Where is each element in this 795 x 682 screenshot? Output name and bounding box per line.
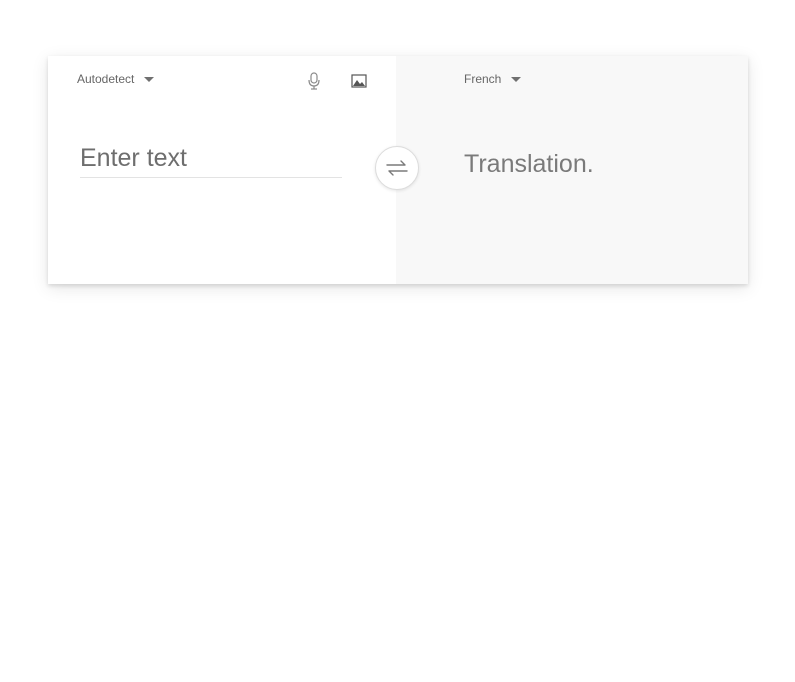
chevron-down-icon	[511, 77, 522, 82]
source-language-label: Autodetect	[77, 72, 135, 86]
target-language-dropdown[interactable]: French	[464, 72, 522, 86]
image-icon	[351, 74, 367, 88]
target-language-label: French	[464, 72, 502, 86]
translator-card: Autodetect French	[48, 56, 748, 284]
microphone-button[interactable]	[304, 71, 324, 91]
translation-output: Translation.	[464, 150, 594, 178]
source-text-input[interactable]	[80, 144, 342, 173]
microphone-icon	[308, 72, 320, 90]
target-pane: French Translation.	[396, 56, 748, 284]
swap-languages-button[interactable]	[375, 146, 419, 190]
image-button[interactable]	[349, 71, 369, 91]
source-language-dropdown[interactable]: Autodetect	[77, 72, 155, 86]
source-input-wrapper	[80, 144, 342, 178]
source-pane: Autodetect	[48, 56, 396, 284]
chevron-down-icon	[144, 77, 155, 82]
swap-arrows-icon	[386, 160, 408, 176]
